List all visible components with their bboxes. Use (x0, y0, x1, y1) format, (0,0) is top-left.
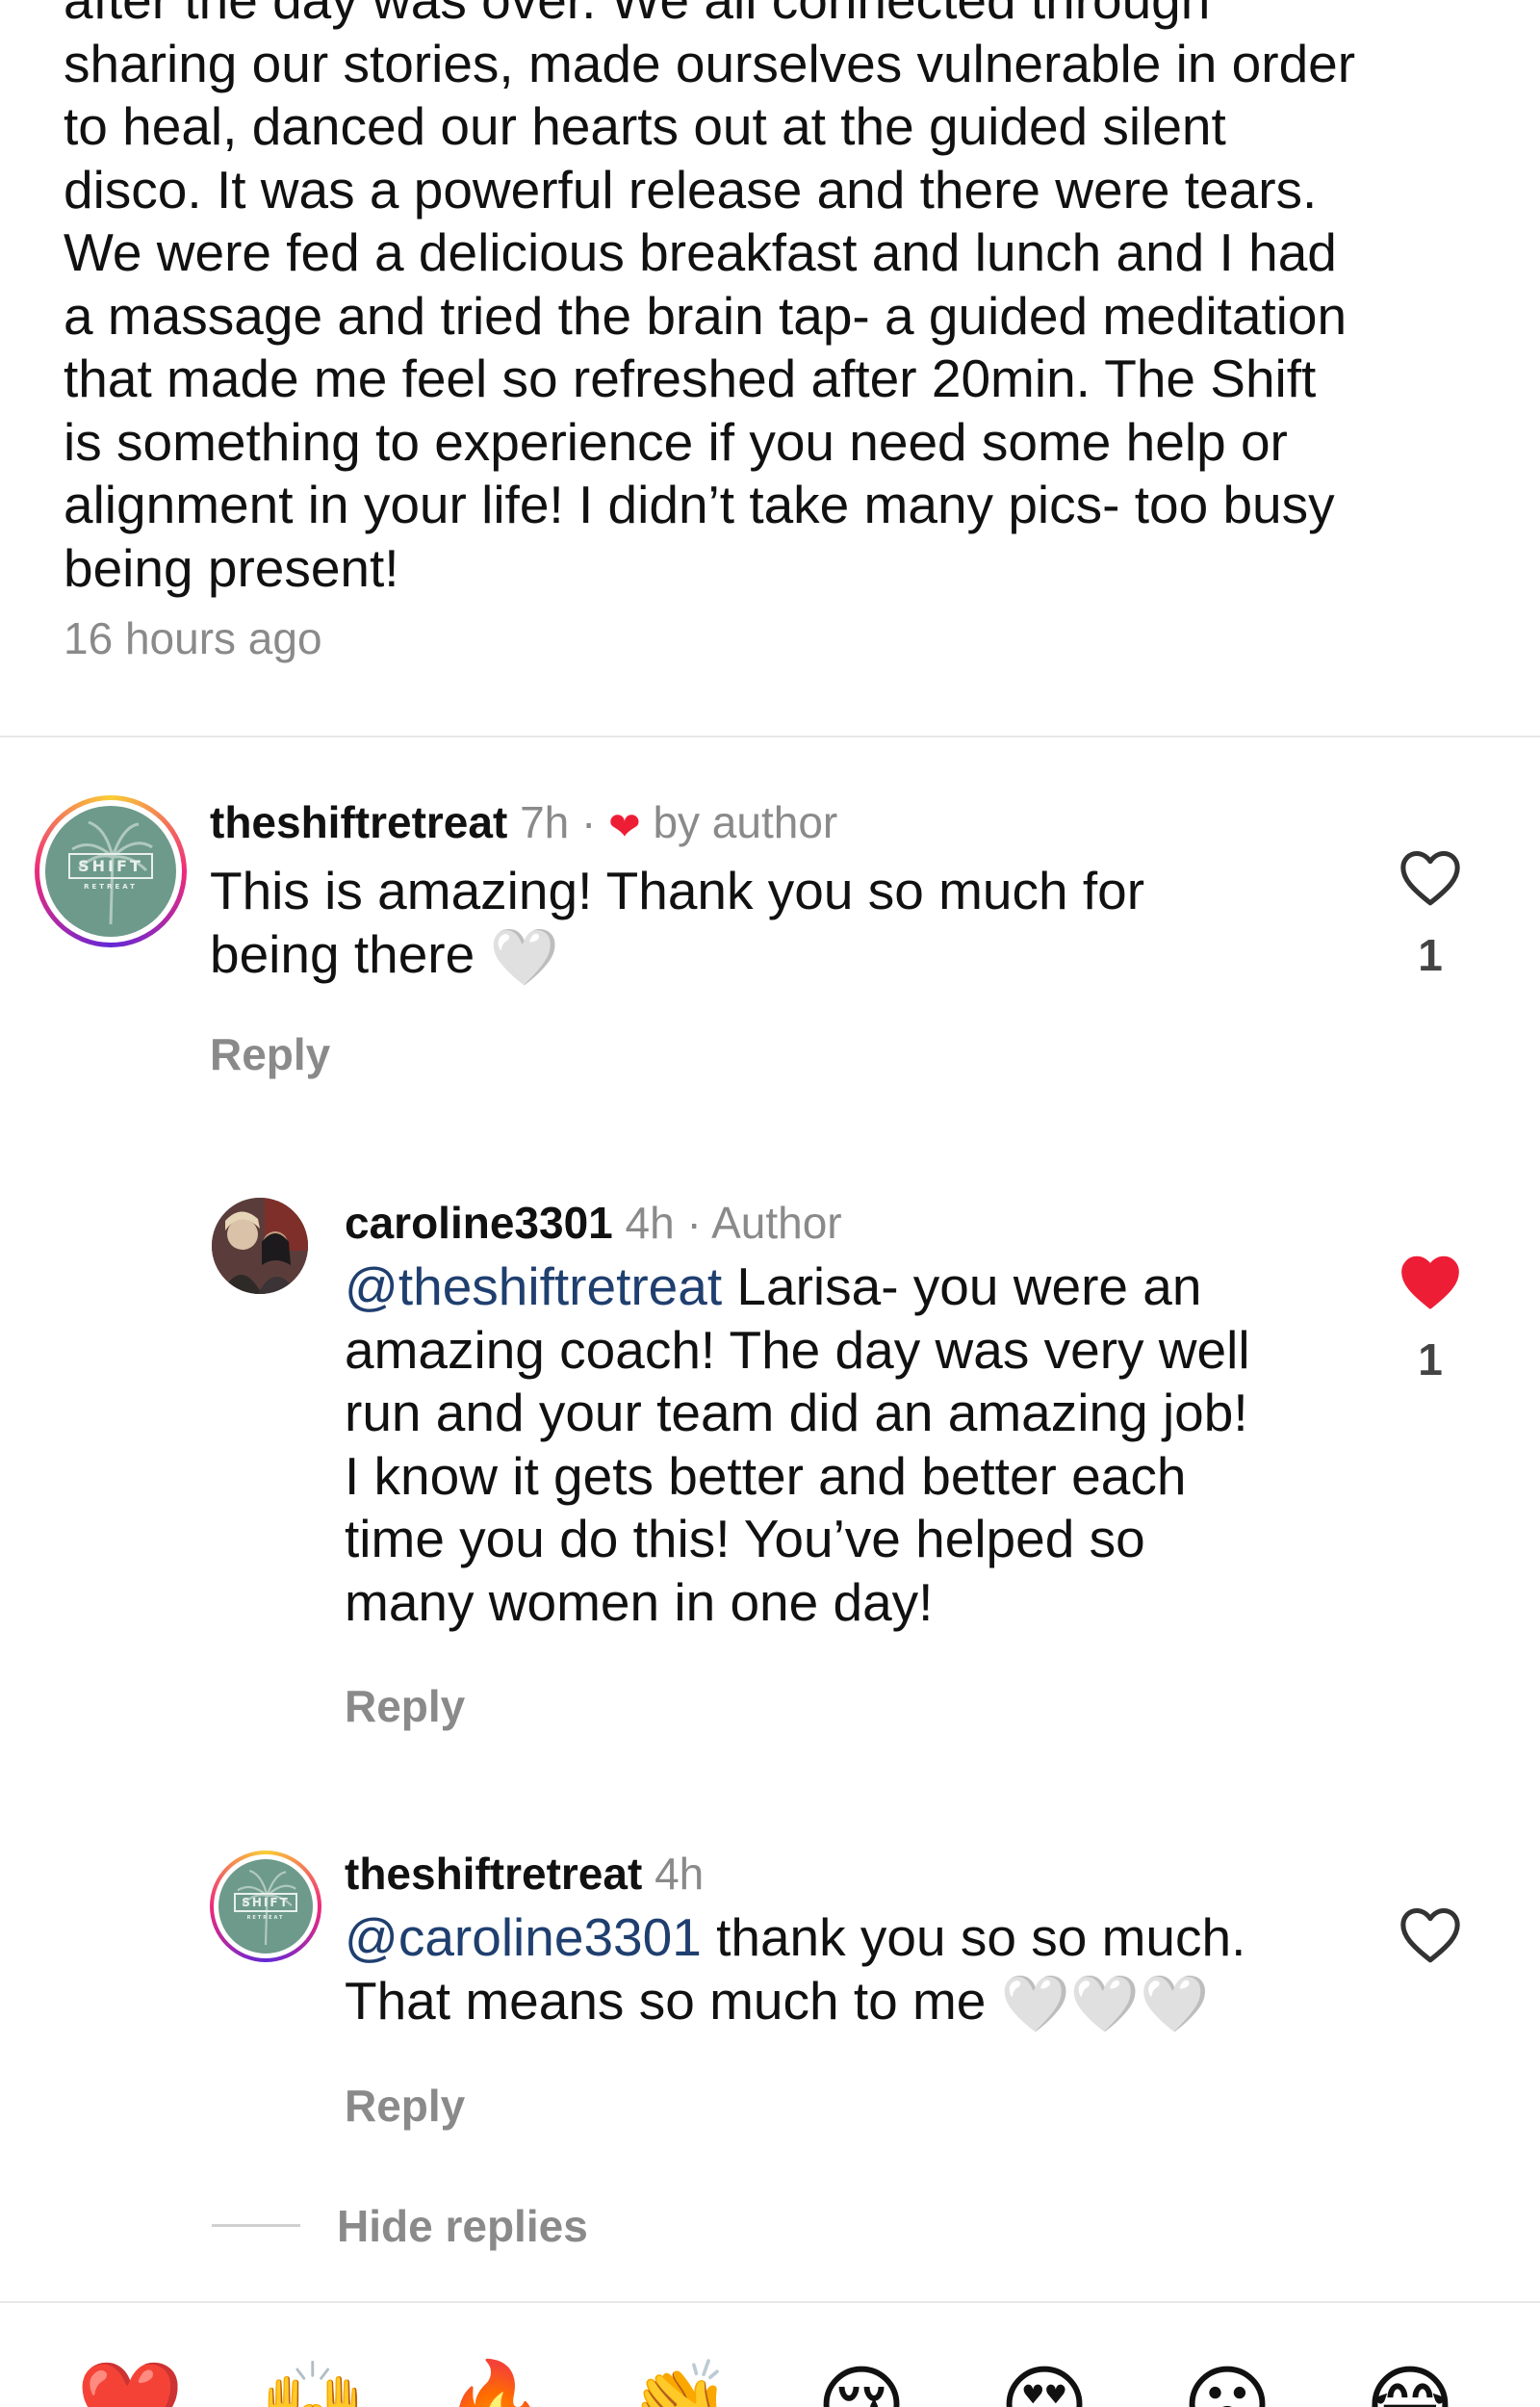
heart-outline-icon (1400, 850, 1460, 906)
avatar[interactable]: SHIFT RETREAT (35, 795, 187, 947)
logo-text: SHIFT (68, 852, 153, 879)
reaction-laughing[interactable]: 😂 (1352, 2349, 1468, 2407)
comment-line-wrap: That means so much to me 🤍🤍🤍 (345, 1970, 1346, 2036)
meta-separator: · (581, 797, 597, 847)
caption-line: a massage and tried the brain tap- a gui… (64, 285, 1348, 346)
liked-by-author-heart-icon: ❤ (608, 806, 641, 848)
profile-photo-icon (212, 1198, 308, 1294)
like-count: 1 (1418, 930, 1443, 980)
comment-time: 7h (520, 797, 570, 847)
reply-button[interactable]: Reply (345, 1680, 465, 1732)
comment-meta: theshiftretreat 4h (345, 1847, 1346, 1901)
comment-line: many women in one day! (345, 1571, 934, 1632)
reaction-fire[interactable]: 🔥 (438, 2349, 553, 2407)
comment-line-wrap: @theshiftretreat Larisa- you were an (345, 1255, 1346, 1319)
hide-replies-line (212, 2224, 300, 2227)
caption-line: to heal, danced our hearts out at the gu… (64, 96, 1226, 156)
comment-like-button[interactable]: 1 (1392, 847, 1469, 981)
reaction-heart-eyes[interactable]: 😍 (987, 2349, 1102, 2407)
shift-logo-icon: SHIFT RETREAT (45, 806, 176, 937)
caption-line: that made me feel so refreshed after 20m… (64, 349, 1317, 408)
reaction-surprised[interactable]: 😮 (1169, 2349, 1285, 2407)
comment-time: 4h (625, 1198, 675, 1248)
comment-line-wrap: being there 🤍 (210, 923, 1346, 990)
comment-line: Larisa- you were an (722, 1256, 1202, 1316)
comment-username[interactable]: theshiftretreat (210, 797, 507, 847)
heart-filled-icon (1401, 1255, 1459, 1309)
quick-reaction-bar: ❤️ 🙌 🔥 👏 😢 😍 😮 😂 (0, 2349, 1540, 2407)
meta-separator: · (686, 1198, 702, 1248)
caption-line: We were fed a delicious breakfast and lu… (64, 222, 1337, 282)
reply-button[interactable]: Reply (345, 2080, 465, 2132)
divider (0, 736, 1540, 738)
comment-line: This is amazing! Thank you so much for (210, 861, 1145, 920)
avatar[interactable] (212, 1198, 308, 1294)
caption-line: sharing our stories, made ourselves vuln… (64, 33, 1356, 93)
white-heart-emoji: 🤍 (489, 925, 559, 989)
white-heart-emoji: 🤍🤍🤍 (1000, 1972, 1210, 2035)
comment-line: thank you so so much. (701, 1907, 1246, 1967)
reply-comment: caroline3301 4h · Author @theshiftretrea… (345, 1196, 1346, 1634)
comment-username[interactable]: caroline3301 (345, 1198, 613, 1248)
reply-button[interactable]: Reply (210, 1028, 330, 1080)
divider (0, 2301, 1540, 2303)
logo-text: SHIFT (234, 1892, 297, 1912)
reaction-raised-hands[interactable]: 🙌 (255, 2349, 371, 2407)
hide-replies-button[interactable]: Hide replies (337, 2200, 588, 2252)
comment-meta: theshiftretreat 7h · ❤ by author (210, 795, 1346, 854)
comment: theshiftretreat 7h · ❤ by author This is… (210, 795, 1346, 989)
comment-time: 4h (654, 1849, 705, 1899)
mention-link[interactable]: @caroline3301 (345, 1907, 702, 1967)
shift-logo-icon: SHIFT RETREAT (218, 1859, 313, 1954)
comment-body: @theshiftretreat Larisa- you were an ama… (345, 1255, 1346, 1634)
comment-like-button[interactable]: 1 (1392, 1252, 1469, 1385)
comment-body: @caroline3301 thank you so so much. That… (345, 1906, 1346, 2035)
heart-outline-icon (1400, 1907, 1460, 1963)
comment-username[interactable]: theshiftretreat (345, 1849, 642, 1899)
reaction-red-heart[interactable]: ❤️ (72, 2349, 188, 2407)
comment-body: This is amazing! Thank you so much for b… (210, 860, 1346, 989)
caption-line: being present! (64, 537, 399, 598)
comments-screen: after the day was over. We all connected… (0, 0, 1540, 2407)
logo-subtext: RETREAT (246, 1914, 285, 1921)
mention-link[interactable]: @theshiftretreat (345, 1256, 722, 1316)
comment-line-wrap: @caroline3301 thank you so so much. (345, 1906, 1346, 1970)
comment-like-button[interactable] (1392, 1904, 1469, 1969)
comment-line: time you do this! You’ve helped so (345, 1509, 1145, 1568)
reaction-clapping[interactable]: 👏 (621, 2349, 736, 2407)
author-badge: Author (711, 1198, 842, 1248)
comment-line: That means so much to me (345, 1970, 1001, 2031)
post-caption: after the day was over. We all connected… (64, 0, 1488, 600)
like-count: 1 (1418, 1334, 1443, 1385)
reaction-crying[interactable]: 😢 (804, 2349, 919, 2407)
caption-timestamp: 16 hours ago (64, 613, 322, 663)
logo-subtext: RETREAT (84, 882, 138, 891)
comment-line: being there (210, 923, 475, 984)
caption-line: after the day was over. We all connected… (64, 0, 1211, 30)
caption-line: alignment in your life! I didn’t take ma… (64, 475, 1335, 534)
comment-line: run and your team did an amazing job! (345, 1383, 1248, 1442)
comment-line: I know it gets better and better each (345, 1445, 1187, 1506)
caption-line: disco. It was a powerful release and the… (64, 159, 1318, 220)
comment-meta: caroline3301 4h · Author (345, 1196, 1346, 1250)
avatar[interactable]: SHIFT RETREAT (210, 1851, 321, 1962)
by-author-badge: by author (653, 797, 838, 847)
reply-comment: theshiftretreat 4h @caroline3301 thank y… (345, 1847, 1346, 2035)
comment-line: amazing coach! The day was very well (345, 1319, 1250, 1380)
caption-line: is something to experience if you need s… (64, 411, 1288, 472)
